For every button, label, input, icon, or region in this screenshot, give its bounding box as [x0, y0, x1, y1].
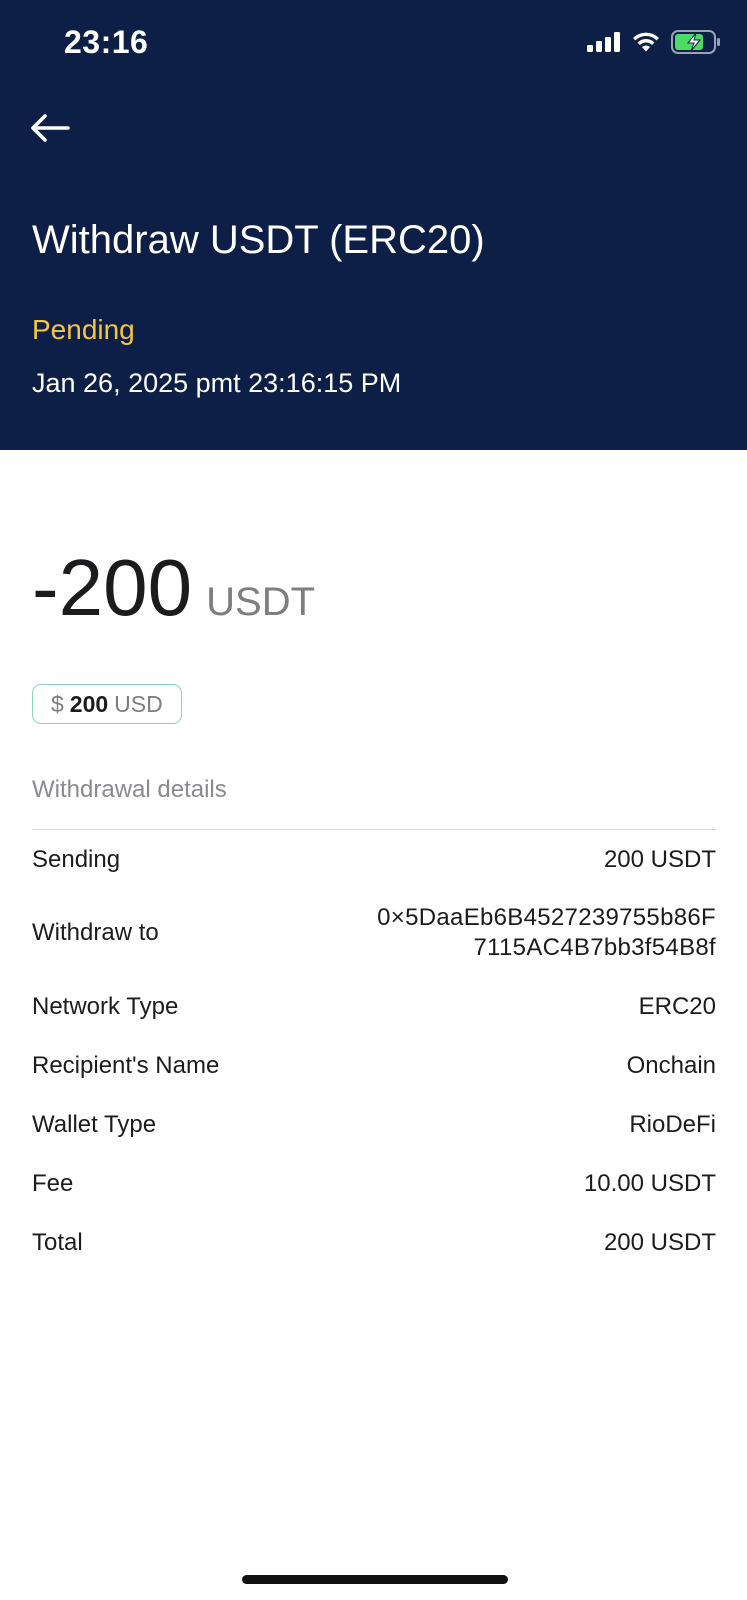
- section-label: Withdrawal details: [32, 776, 227, 803]
- usd-symbol: $: [51, 690, 64, 717]
- home-indicator[interactable]: [242, 1575, 508, 1584]
- status-bar-time: 23:16: [64, 24, 149, 60]
- detail-value: 200 USDT: [603, 1228, 716, 1256]
- detail-value: Onchain: [626, 1051, 716, 1079]
- details-list: Sending 200 USDT Withdraw to 0×5DaaEb6B4…: [32, 830, 716, 1272]
- detail-row-withdraw-to: Withdraw to 0×5DaaEb6B4527239755b86F 711…: [32, 889, 716, 977]
- wifi-icon: [633, 32, 659, 52]
- detail-value: ERC20: [638, 992, 716, 1020]
- usd-value: 200: [69, 690, 109, 717]
- transaction-date: Jan 26, 2025 pmt 23:16:15 PM: [32, 368, 402, 398]
- amount-display: -200 USDT: [32, 548, 315, 628]
- address-line-2: 7115AC4B7bb3f54B8f: [473, 934, 716, 961]
- detail-value: 200 USDT: [603, 845, 716, 873]
- detail-label: Sending: [32, 845, 121, 873]
- detail-value: 10.00 USDT: [583, 1169, 716, 1197]
- usd-value-chip: $ 200 USD: [32, 684, 182, 724]
- detail-row-network-type: Network Type ERC20: [32, 977, 716, 1036]
- amount-unit: USDT: [206, 580, 316, 624]
- detail-row-recipient-name: Recipient's Name Onchain: [32, 1036, 716, 1095]
- signal-icon: [587, 32, 620, 52]
- status-bar-icons: [587, 30, 721, 54]
- detail-label: Withdraw to: [32, 919, 159, 946]
- detail-label: Network Type: [32, 992, 179, 1020]
- detail-value: RioDeFi: [629, 1110, 716, 1138]
- address-line-1: 0×5DaaEb6B4527239755b86F: [377, 904, 716, 931]
- detail-label: Total: [32, 1228, 83, 1256]
- detail-label: Wallet Type: [32, 1110, 157, 1138]
- header: 23:16 Withdraw USDT (ERC20) Pending Jan …: [0, 0, 747, 450]
- back-button[interactable]: [24, 106, 76, 150]
- status-label: Pending: [32, 314, 135, 345]
- detail-row-sending: Sending 200 USDT: [32, 830, 716, 889]
- arrow-left-icon: [31, 114, 70, 142]
- amount-value: -200: [32, 543, 193, 632]
- page-title: Withdraw USDT (ERC20): [32, 218, 485, 262]
- detail-row-fee: Fee 10.00 USDT: [32, 1154, 716, 1213]
- usd-currency: USD: [114, 690, 163, 717]
- battery-charging-icon: [671, 30, 720, 54]
- detail-label: Recipient's Name: [32, 1051, 220, 1079]
- withdraw-address[interactable]: 0×5DaaEb6B4527239755b86F 7115AC4B7bb3f54…: [377, 903, 716, 963]
- detail-label: Fee: [32, 1169, 74, 1197]
- detail-row-wallet-type: Wallet Type RioDeFi: [32, 1095, 716, 1154]
- detail-row-total: Total 200 USDT: [32, 1213, 716, 1272]
